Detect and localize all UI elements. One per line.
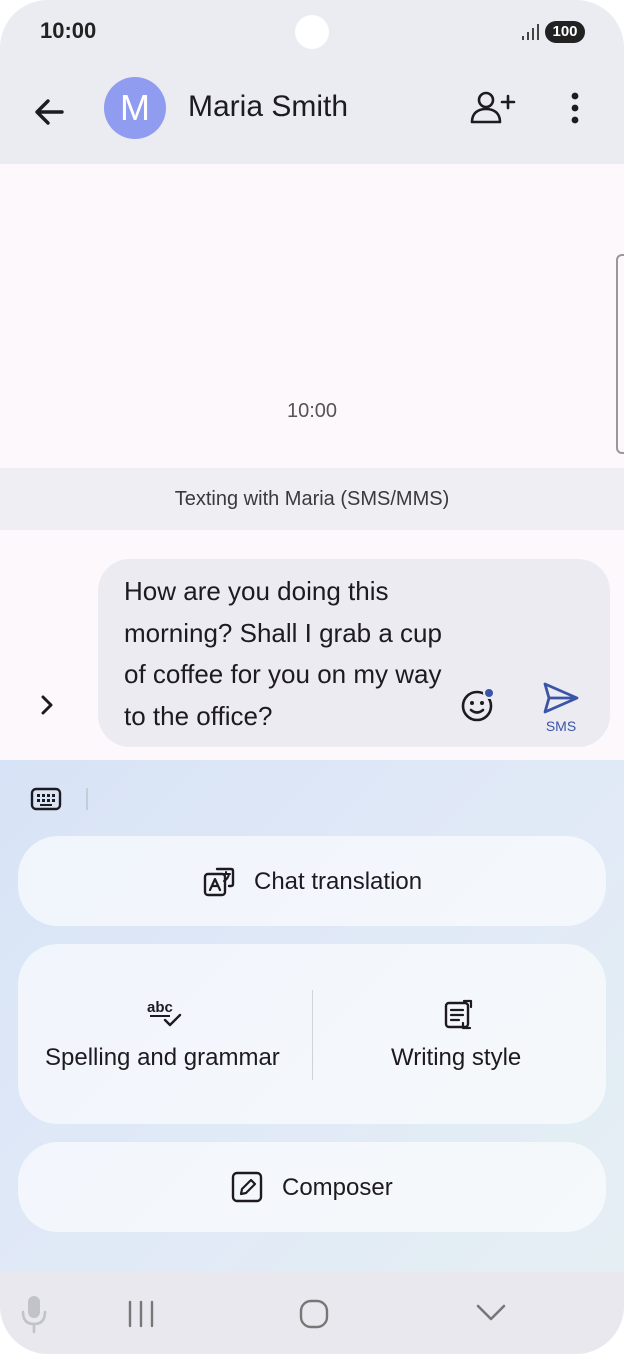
compose-row: How are you doing this morning? Shall I … — [0, 530, 624, 760]
chat-translation-button[interactable]: Chat translation — [18, 836, 606, 926]
chat-area[interactable]: 10:00 — [0, 164, 624, 468]
writing-assist-panel: Chat translation abc Spelling and gramma… — [0, 760, 624, 1272]
send-icon — [543, 682, 579, 714]
writing-style-button[interactable]: Writing style — [312, 944, 606, 1124]
send-button[interactable]: SMS — [538, 681, 584, 735]
avatar[interactable]: M — [104, 77, 166, 139]
message-text[interactable]: How are you doing this morning? Shall I … — [124, 571, 444, 737]
scroll-handle[interactable] — [616, 254, 624, 454]
edit-icon — [231, 1171, 263, 1203]
toolbar-divider — [86, 788, 88, 810]
home-icon[interactable] — [298, 1298, 330, 1330]
message-timestamp: 10:00 — [286, 400, 338, 422]
status-time: 10:00 — [40, 18, 97, 43]
writing-style-label: Writing style — [391, 1044, 522, 1071]
composer-button[interactable]: Composer — [18, 1142, 606, 1232]
keyboard-icon[interactable] — [30, 786, 62, 812]
camera-cutout — [295, 15, 329, 49]
expand-chevron-icon[interactable] — [34, 692, 60, 718]
phone-screen: 10:00 100 M Maria Smith 10:00 Texting wi… — [0, 0, 624, 1354]
navigation-bar — [0, 1272, 624, 1354]
composer-label: Composer — [282, 1174, 393, 1201]
spellcheck-icon: abc — [147, 999, 182, 1027]
back-arrow-icon[interactable] — [30, 92, 70, 132]
chat-translation-label: Chat translation — [254, 868, 423, 895]
translate-icon — [203, 867, 235, 897]
sms-banner: Texting with Maria (SMS/MMS) — [0, 468, 624, 530]
writing-style-icon — [444, 999, 473, 1030]
spelling-grammar-button[interactable]: abc Spelling and grammar — [18, 944, 312, 1124]
recents-icon[interactable] — [126, 1300, 156, 1328]
svg-text:abc: abc — [147, 999, 173, 1016]
writing-tools-group: abc Spelling and grammar Writing style — [18, 944, 606, 1124]
emoji-icon[interactable] — [460, 687, 496, 723]
contact-name[interactable]: Maria Smith — [188, 90, 348, 124]
add-person-icon[interactable] — [468, 90, 516, 126]
app-bar: M Maria Smith — [0, 66, 624, 164]
message-input[interactable]: How are you doing this morning? Shall I … — [98, 559, 610, 747]
send-sms-label: SMS — [545, 718, 577, 734]
battery-indicator: 100 — [545, 21, 585, 43]
mic-icon[interactable] — [20, 1294, 48, 1334]
more-vert-icon[interactable] — [562, 90, 588, 130]
status-bar: 10:00 100 — [0, 0, 624, 66]
hide-keyboard-icon[interactable] — [474, 1302, 508, 1324]
signal-icon — [522, 24, 539, 40]
spelling-grammar-label: Spelling and grammar — [45, 1044, 280, 1071]
